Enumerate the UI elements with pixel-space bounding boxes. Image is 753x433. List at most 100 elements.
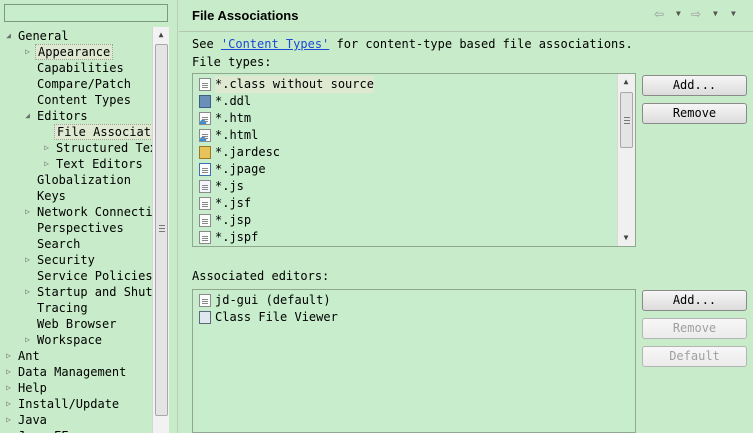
tree-item[interactable]: Content Types — [0, 92, 152, 108]
tree-scroll-thumb[interactable] — [155, 44, 168, 416]
file-types-scroll-thumb[interactable] — [620, 92, 633, 148]
list-item-label: *.html — [215, 128, 259, 142]
list-item[interactable]: Class File Viewer — [199, 309, 599, 326]
back-arrow-icon[interactable]: ⇦ — [654, 6, 664, 22]
tree-item-label: Network Connections — [37, 205, 152, 219]
file-icon — [199, 294, 211, 307]
tree-item[interactable]: ▷ Text Editors — [0, 156, 152, 172]
expand-arrow-icon[interactable]: ▷ — [4, 412, 13, 428]
tree-item[interactable]: ▷ Help — [0, 380, 152, 396]
list-item[interactable]: *.htm — [199, 110, 599, 127]
view-menu-icon[interactable]: ▼ — [731, 6, 736, 22]
tree-item-label: Ant — [18, 349, 40, 363]
tree-item[interactable]: Keys — [0, 188, 152, 204]
file-types-scrollbar[interactable]: ▲ ▼ — [617, 74, 635, 246]
forward-arrow-icon[interactable]: ⇨ — [691, 6, 701, 22]
expand-arrow-icon[interactable]: ▷ — [23, 284, 32, 300]
list-item[interactable]: *.jspf — [199, 229, 599, 246]
list-item-label: *.class without source — [215, 76, 374, 93]
scroll-up-icon[interactable]: ▲ — [153, 27, 169, 43]
tree-item[interactable]: Compare/Patch — [0, 76, 152, 92]
content-types-link[interactable]: 'Content Types' — [221, 37, 329, 51]
list-item-label: *.jsf — [215, 196, 252, 210]
tree-item-label: Data Management — [18, 365, 127, 379]
tree-item[interactable]: ◢ Editors — [0, 108, 152, 124]
tree-item[interactable]: ▷ Security — [0, 252, 152, 268]
associated-editors-label: Associated editors: — [192, 269, 330, 283]
default-editor-button[interactable]: Default — [642, 346, 747, 367]
associated-editors-list[interactable]: jd-gui (default) Class File Viewer — [192, 289, 636, 433]
list-item-label: *.jardesc — [215, 145, 281, 159]
tree-item-label: Service Policies — [37, 269, 152, 283]
tree-item[interactable]: ▷ Data Management — [0, 364, 152, 380]
list-item[interactable]: *.html — [199, 127, 599, 144]
list-item-label: *.js — [215, 179, 244, 193]
tree-item[interactable]: ▷ Workspace — [0, 332, 152, 348]
tree-item-label: File Associations — [54, 124, 152, 140]
expand-arrow-icon[interactable]: ▷ — [23, 44, 32, 60]
list-item[interactable]: *.jardesc — [199, 144, 599, 161]
header-divider — [179, 31, 753, 32]
collapse-arrow-icon[interactable]: ◢ — [23, 108, 32, 124]
expand-arrow-icon[interactable]: ▷ — [23, 252, 32, 268]
collapse-arrow-icon[interactable]: ◢ — [4, 28, 13, 44]
tree-item-label: Perspectives — [37, 221, 124, 235]
tree-item[interactable]: Capabilities — [0, 60, 152, 76]
list-item-label: *.ddl — [215, 94, 252, 108]
list-item[interactable]: jd-gui (default) — [199, 292, 599, 309]
expand-arrow-icon[interactable]: ▷ — [42, 156, 51, 172]
file-icon — [199, 78, 211, 91]
expand-arrow-icon[interactable]: ▷ — [4, 396, 13, 412]
back-history-dropdown-icon[interactable]: ▼ — [676, 6, 681, 22]
add-editor-button[interactable]: Add... — [642, 290, 747, 311]
tree-item[interactable]: ▷ Java — [0, 412, 152, 428]
class-viewer-icon — [199, 311, 211, 324]
list-item-label: *.htm — [215, 111, 252, 125]
file-types-list[interactable]: *.class without source *.ddl *.htm *.html *.… — [192, 73, 636, 247]
tree-item[interactable]: Perspectives — [0, 220, 152, 236]
list-item[interactable]: *.jpage — [199, 161, 599, 178]
tree-item-label: Install/Update — [18, 397, 120, 411]
tree-item[interactable]: Tracing — [0, 300, 152, 316]
tree-item-label: Help — [18, 381, 47, 395]
expand-arrow-icon[interactable]: ▷ — [4, 364, 13, 380]
tree-item[interactable]: ▷ Startup and Shutdown — [0, 284, 152, 300]
expand-arrow-icon[interactable]: ▷ — [42, 140, 51, 156]
add-file-type-button[interactable]: Add... — [642, 75, 747, 96]
scroll-up-icon[interactable]: ▲ — [618, 74, 634, 90]
tree-item-label: Content Types — [37, 93, 131, 107]
list-item[interactable]: *.jsp — [199, 212, 599, 229]
java-page-icon — [199, 163, 211, 176]
content-types-description: See 'Content Types' for content-type bas… — [192, 37, 633, 51]
tree-item-label: Security — [37, 253, 95, 267]
list-item[interactable]: *.class without source — [199, 76, 599, 93]
list-item[interactable]: *.js — [199, 178, 599, 195]
description-prefix: See — [192, 37, 221, 51]
tree-vertical-scrollbar[interactable]: ▲ — [152, 27, 169, 433]
tree-item[interactable]: ▷ Ant — [0, 348, 152, 364]
tree-item[interactable]: ▷ Appearance — [0, 44, 152, 60]
expand-arrow-icon[interactable]: ▷ — [4, 428, 13, 433]
scroll-down-icon[interactable]: ▼ — [618, 230, 634, 246]
tree-item[interactable]: ◢ General — [0, 28, 152, 44]
expand-arrow-icon[interactable]: ▷ — [23, 332, 32, 348]
tree-item[interactable]: File Associations — [0, 124, 152, 140]
tree-item[interactable]: Search — [0, 236, 152, 252]
tree-item[interactable]: ▷Java EE — [0, 428, 152, 433]
tree-item[interactable]: Globalization — [0, 172, 152, 188]
list-item[interactable]: *.ddl — [199, 93, 599, 110]
filter-input[interactable] — [4, 4, 168, 22]
tree-item[interactable]: Service Policies — [0, 268, 152, 284]
expand-arrow-icon[interactable]: ▷ — [23, 204, 32, 220]
expand-arrow-icon[interactable]: ▷ — [4, 380, 13, 396]
remove-file-type-button[interactable]: Remove — [642, 103, 747, 124]
forward-history-dropdown-icon[interactable]: ▼ — [713, 6, 718, 22]
tree-item[interactable]: ▷ Install/Update — [0, 396, 152, 412]
preferences-tree-panel: ◢ General ▷ Appearance Capabilities Compare/P… — [0, 0, 169, 433]
list-item[interactable]: *.jsf — [199, 195, 599, 212]
tree-item[interactable]: ▷ Structured Text Editors — [0, 140, 152, 156]
remove-editor-button[interactable]: Remove — [642, 318, 747, 339]
expand-arrow-icon[interactable]: ▷ — [4, 348, 13, 364]
tree-item[interactable]: ▷ Network Connections — [0, 204, 152, 220]
tree-item[interactable]: Web Browser — [0, 316, 152, 332]
